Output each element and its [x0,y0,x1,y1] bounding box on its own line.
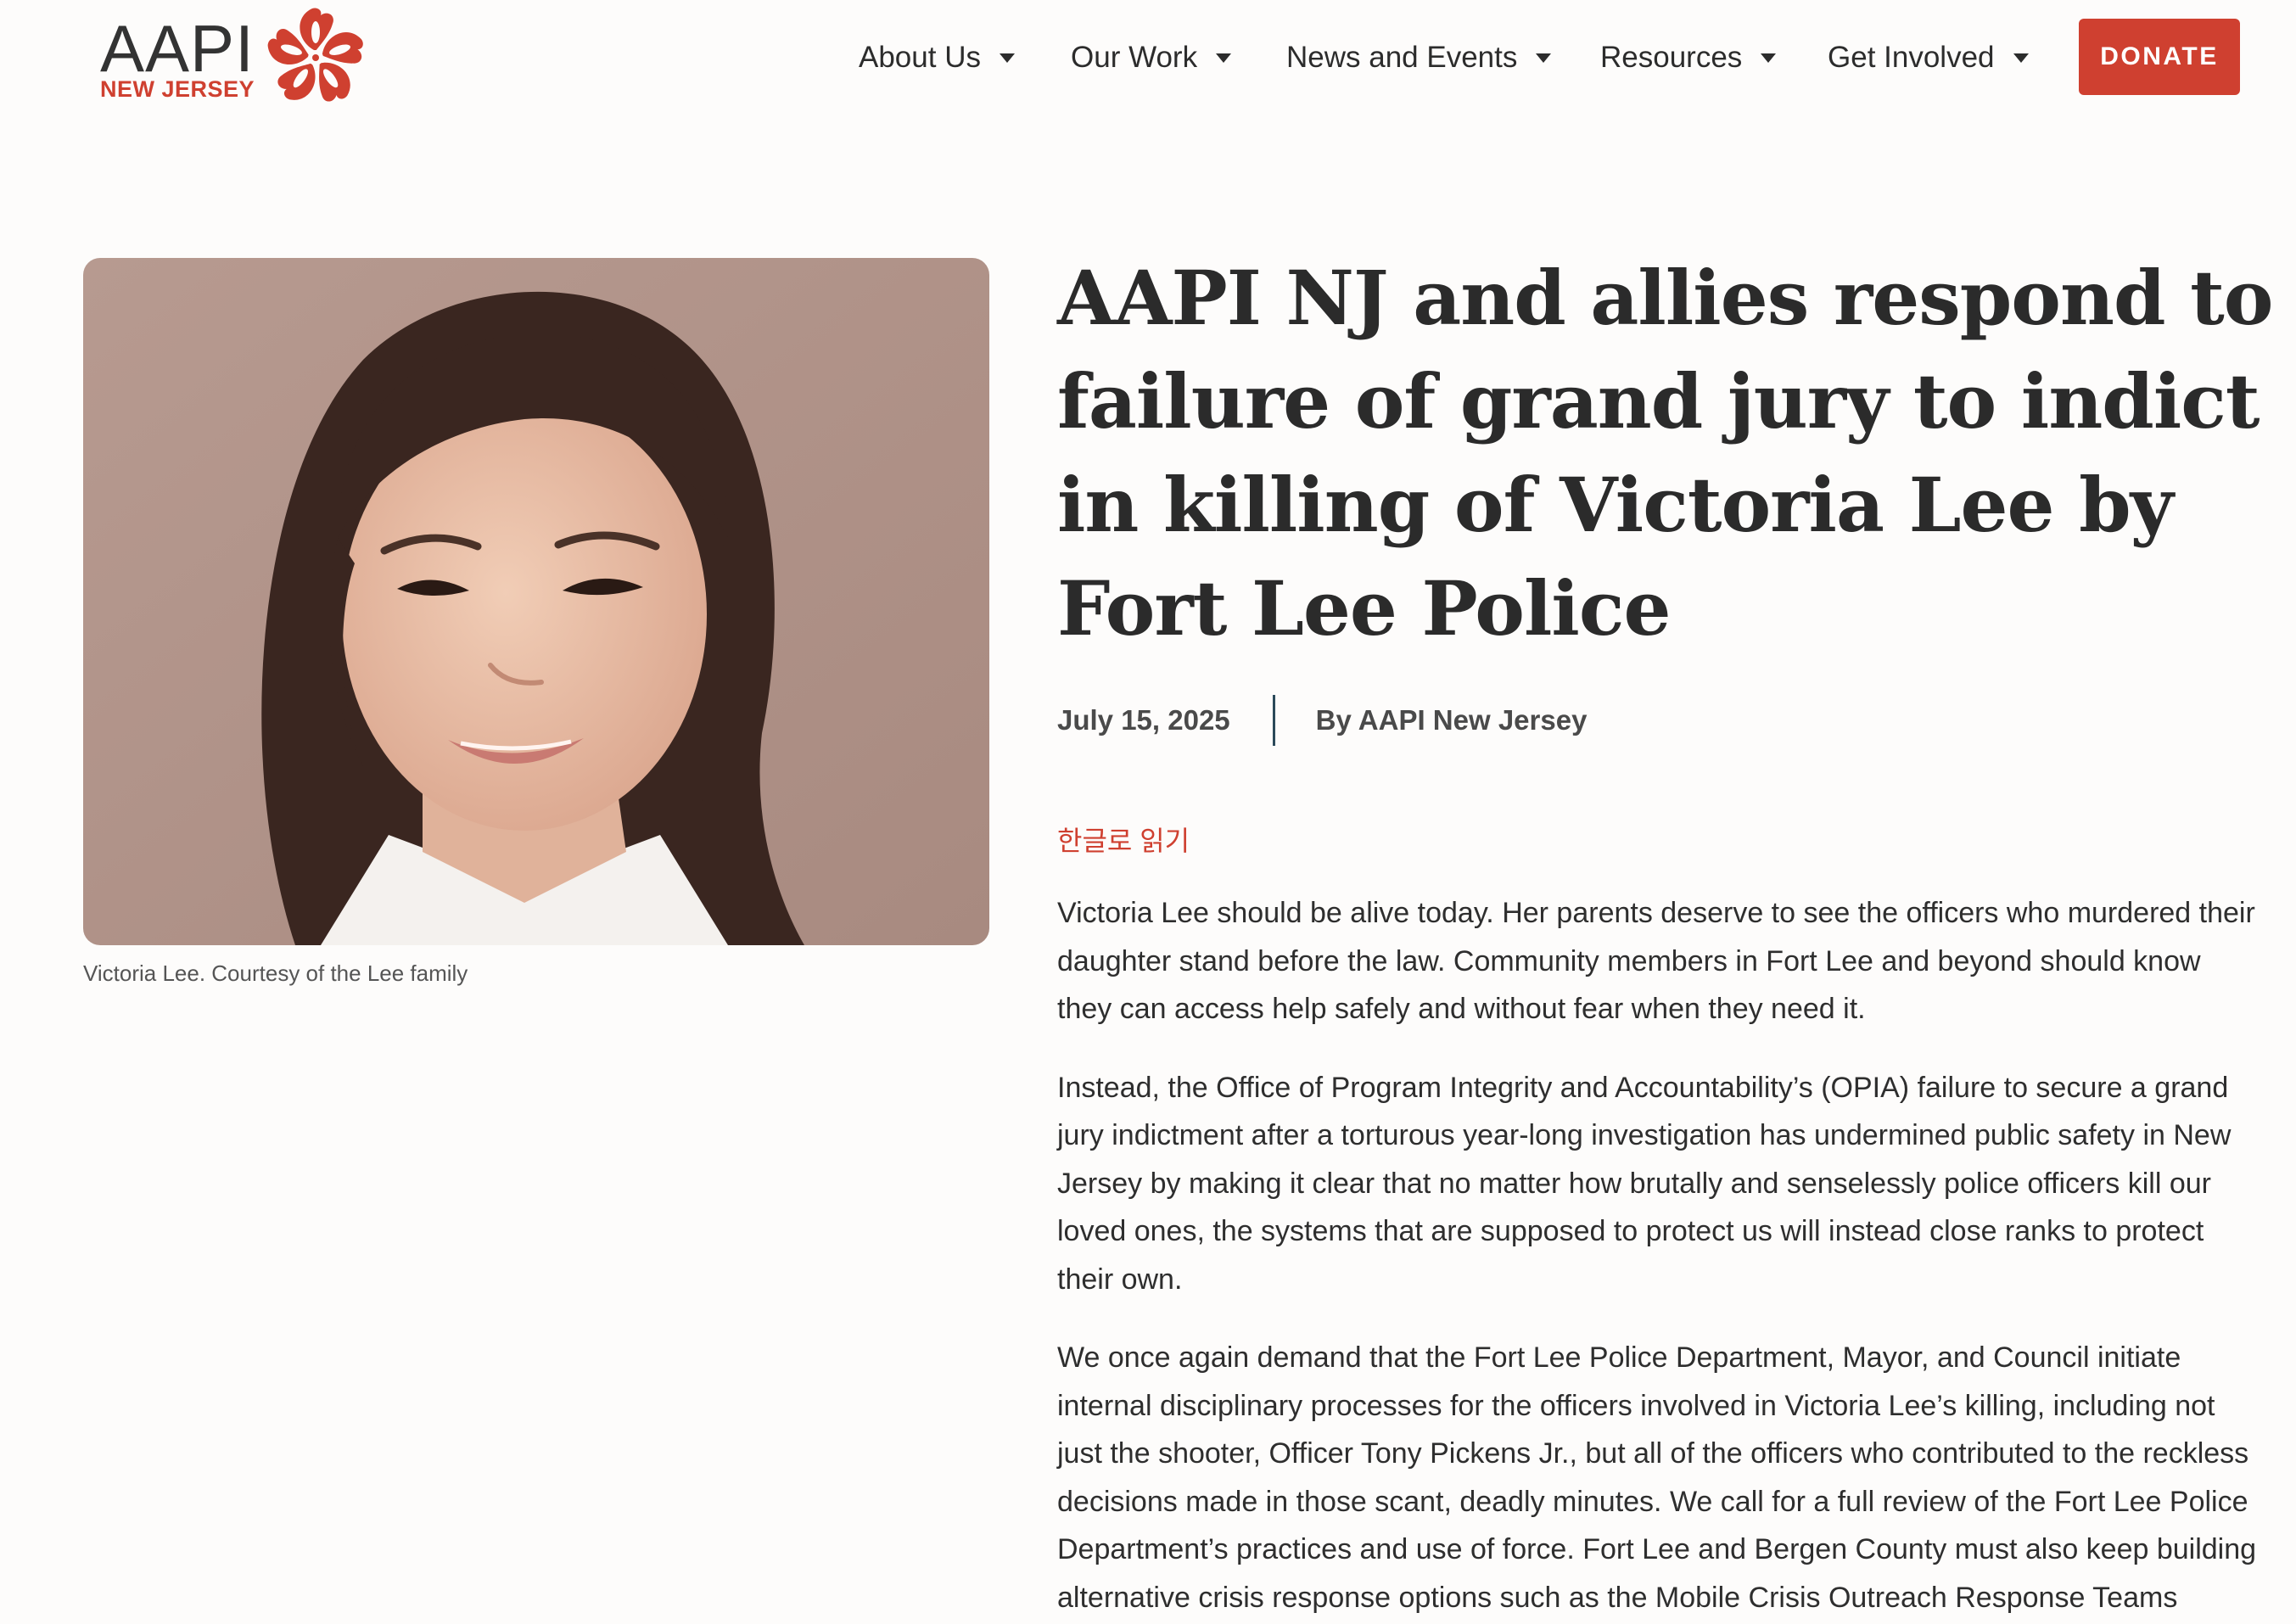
article-paragraph: We once again demand that the Fort Lee P… [1057,1341,2257,1614]
logo-wordmark: AAPI [100,11,255,86]
feature-photo [83,258,989,945]
article-date: July 15, 2025 [1057,704,1230,736]
page: AAPI NEW JERSEY About Us Our Work News a… [0,0,2296,1624]
meta-divider [1272,695,1275,746]
nav-item-get-involved[interactable]: Get Involved [1828,37,2029,78]
caret-down-icon [2013,53,2029,63]
nav-item-label: News and Events [1286,41,1518,74]
article: AAPI NJ and allies respond to failure of… [1057,246,2274,660]
article-paragraph: Instead, the Office of Program Integrity… [1057,1071,2232,1296]
article-author: By AAPI New Jersey [1315,704,1588,736]
caret-down-icon [1216,53,1232,63]
logo-subtitle: NEW JERSEY [100,76,255,102]
article-paragraph: Victoria Lee should be alive today. Her … [1057,897,2255,1025]
flower-logo-icon [267,8,363,102]
article-meta: July 15, 2025 By AAPI New Jersey [1057,694,1587,747]
nav-item-label: Get Involved [1828,41,1995,74]
nav-item-about-us[interactable]: About Us [859,37,1015,78]
nav-item-resources[interactable]: Resources [1600,37,1777,78]
portrait-photo-icon [83,258,989,945]
nav-item-news-and-events[interactable]: News and Events [1286,37,1552,78]
article-title: AAPI NJ and allies respond to failure of… [1057,254,2274,652]
photo-caption: Victoria Lee. Courtesy of the Lee family [83,960,468,986]
caret-down-icon [1536,53,1552,63]
nav-item-our-work[interactable]: Our Work [1071,37,1232,78]
site-logo[interactable]: AAPI NEW JERSEY [98,3,378,114]
nav-item-label: About Us [859,41,981,74]
article-body: Victoria Lee should be alive today. Her … [1057,889,2262,1624]
caret-down-icon [999,53,1015,63]
caret-down-icon [1761,53,1777,63]
nav-item-label: Resources [1600,41,1743,74]
donate-button[interactable]: DONATE [2079,19,2240,95]
nav-item-label: Our Work [1071,41,1198,74]
site-header: AAPI NEW JERSEY About Us Our Work News a… [0,0,2296,119]
korean-language-link[interactable]: 한글로 읽기 [1057,820,1190,859]
